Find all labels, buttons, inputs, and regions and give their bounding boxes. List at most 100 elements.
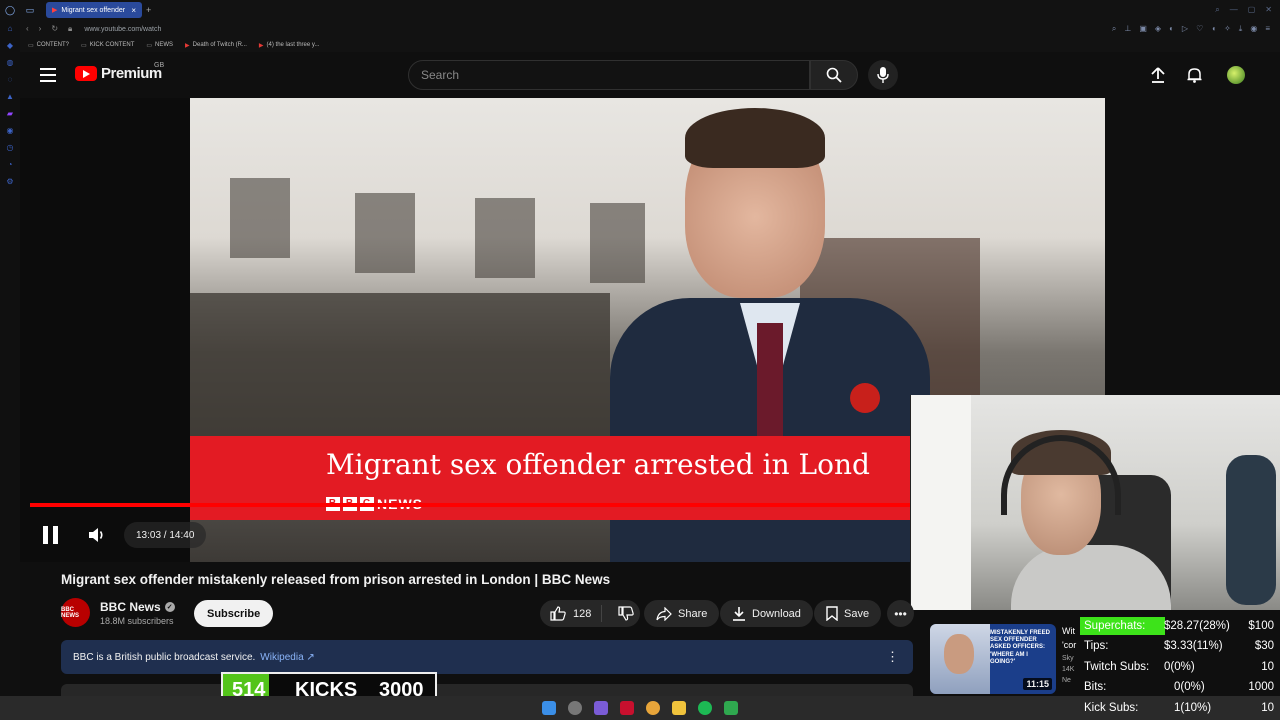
puzzle-icon[interactable]: ✧: [1224, 24, 1231, 34]
taskbar-opera-icon[interactable]: [620, 701, 634, 715]
hamburger-menu-icon[interactable]: [40, 68, 56, 82]
lower-third-headline: Migrant sex offender arrested in Lond: [326, 448, 870, 481]
pin-icon[interactable]: ⊥: [1124, 24, 1131, 34]
stat-key: Bits:: [1084, 681, 1107, 693]
sidebar-home-icon[interactable]: ⌂: [8, 24, 13, 33]
folder-icon: ▭: [81, 42, 87, 49]
folder-icon: ▭: [28, 42, 34, 49]
related-video-meta[interactable]: Wit 'cor Sky 14K Ne: [1062, 624, 1076, 686]
bookmark-item[interactable]: ▶ (4) the last three y...: [259, 42, 320, 49]
description-box[interactable]: [61, 684, 913, 696]
close-window-icon[interactable]: ✕: [1265, 5, 1272, 15]
stat-key: Kick Subs:: [1084, 702, 1139, 714]
related-views: 14K: [1062, 665, 1075, 673]
bookmark-item[interactable]: ▭ CONTENT?: [28, 42, 69, 49]
sidebar-settings-icon[interactable]: ⚙: [6, 177, 13, 186]
download-button[interactable]: Download: [720, 600, 813, 627]
bookmarks-bar: ▭ CONTENT? ▭ KICK CONTENT ▭ NEWS ▶ Death of …: [20, 38, 1280, 52]
sidebar-messenger2-icon[interactable]: ◉: [7, 126, 14, 135]
taskbar-teams-icon[interactable]: [594, 701, 608, 715]
sidebar-history-icon[interactable]: ◔: [8, 160, 13, 169]
subscribe-button[interactable]: Subscribe: [194, 600, 274, 627]
opera-logo-icon[interactable]: ◯: [0, 0, 20, 20]
heart-icon[interactable]: ♡: [1196, 24, 1203, 34]
subscriber-count: 18.8M subscribers: [100, 615, 174, 626]
sidebar-arrow-icon[interactable]: ▲: [6, 92, 14, 101]
minimize-icon[interactable]: —: [1230, 5, 1238, 15]
menu-icon[interactable]: ≡: [1265, 24, 1270, 34]
notifications-button[interactable]: [1184, 65, 1204, 85]
sidebar-messenger-icon[interactable]: ◍: [7, 58, 14, 67]
browser-sidebar: ⌂ ◆ ◍ ◌ ▲ ▰ ◉ ◷ ◔ ⚙: [0, 20, 20, 720]
save-button[interactable]: Save: [814, 600, 882, 627]
upload-icon: [1151, 67, 1165, 83]
play-icon[interactable]: ▷: [1182, 24, 1188, 34]
search-icon: [826, 67, 842, 83]
taskbar-search-icon[interactable]: [568, 701, 582, 715]
bookmark-item[interactable]: ▭ NEWS: [146, 42, 173, 49]
news-lower-third: Migrant sex offender arrested in Lond BB…: [190, 436, 910, 520]
stat-goal: $100: [1248, 620, 1274, 632]
youtube-tab-icon: ▶: [52, 7, 58, 14]
url-field[interactable]: www.youtube.com/watch: [84, 26, 161, 33]
voice-search-button[interactable]: [868, 60, 898, 90]
reload-icon[interactable]: ↻: [51, 24, 58, 34]
forward-icon[interactable]: ›: [39, 24, 42, 34]
windows-start-icon[interactable]: [542, 701, 556, 715]
create-upload-button[interactable]: [1148, 65, 1168, 85]
user-avatar[interactable]: [1227, 66, 1245, 84]
camera-icon[interactable]: ▣: [1139, 24, 1147, 34]
region-code: GB: [154, 62, 165, 69]
zoom-icon[interactable]: ⌕: [1112, 24, 1116, 34]
wikipedia-link[interactable]: Wikipedia ↗: [260, 652, 315, 663]
thumbs-down-icon: [618, 606, 635, 621]
stat-key: Superchats:: [1084, 620, 1146, 632]
like-count: 128: [573, 607, 592, 620]
youtube-premium-logo[interactable]: Premium GB: [75, 62, 165, 82]
vpn-icon[interactable]: ◐: [1169, 24, 1174, 34]
search-tabs-icon[interactable]: ⌕: [1215, 5, 1219, 15]
bookmark-item[interactable]: ▶ Death of Twitch (R...: [185, 42, 247, 49]
search-button[interactable]: [810, 60, 858, 90]
download-label: Download: [752, 607, 801, 620]
taskbar-chrome-icon[interactable]: [646, 701, 660, 715]
related-video-thumbnail[interactable]: MISTAKENLY FREED SEX OFFENDER ASKED OFFI…: [930, 624, 1056, 694]
youtube-play-logo-icon: [75, 66, 97, 81]
taskbar-xbox-icon[interactable]: [724, 701, 738, 715]
like-button[interactable]: 128: [540, 605, 603, 622]
taskbar-spotify-icon[interactable]: [698, 701, 712, 715]
taskbar-folder-icon[interactable]: [672, 701, 686, 715]
info-text: BBC is a British public broadcast servic…: [73, 651, 256, 663]
youtube-icon: ▶: [185, 42, 190, 49]
search-input[interactable]: Search: [408, 60, 810, 90]
sidebar-clock-icon[interactable]: ◷: [7, 143, 14, 152]
related-title-fragment: Wit: [1062, 626, 1075, 636]
volume-button[interactable]: [88, 526, 106, 549]
window-controls: ⌕ — ▢ ✕: [1215, 5, 1280, 15]
channel-name[interactable]: BBC News: [100, 600, 161, 614]
kebab-menu-icon[interactable]: ⋮: [886, 649, 899, 665]
stat-goal: $30: [1254, 640, 1274, 652]
back-icon[interactable]: ‹: [26, 24, 29, 34]
download-icon[interactable]: ⤓: [1239, 24, 1243, 34]
video-title: Migrant sex offender mistakenly released…: [61, 572, 611, 587]
speaker-icon[interactable]: ◖: [1211, 24, 1216, 34]
profile-icon[interactable]: ◉: [1250, 24, 1257, 34]
sidebar-bag-icon[interactable]: ◆: [7, 41, 13, 50]
bookmark-item[interactable]: ▭ KICK CONTENT: [81, 42, 134, 49]
share-button[interactable]: Share: [644, 600, 720, 627]
close-tab-icon[interactable]: ×: [131, 6, 136, 15]
channel-avatar[interactable]: BBC NEWS: [61, 598, 90, 627]
new-tab-icon[interactable]: +: [146, 5, 151, 15]
sidebar-chat-icon[interactable]: ◌: [8, 75, 13, 84]
stat-value: $28.27(28%): [1164, 620, 1230, 632]
dislike-button[interactable]: [608, 606, 644, 621]
more-actions-button[interactable]: •••: [887, 600, 914, 627]
sidebar-twitch-icon[interactable]: ▰: [7, 109, 13, 118]
stat-row-twitch-subs: Twitch Subs: 0(0%) 10: [1080, 657, 1280, 677]
maximize-icon[interactable]: ▢: [1248, 5, 1256, 15]
tab-switcher-icon[interactable]: ▭: [20, 0, 40, 20]
pause-button[interactable]: [40, 526, 60, 546]
shield-icon[interactable]: ◈: [1155, 24, 1161, 34]
browser-tab-active[interactable]: ▶ Migrant sex offender ×: [46, 2, 142, 18]
